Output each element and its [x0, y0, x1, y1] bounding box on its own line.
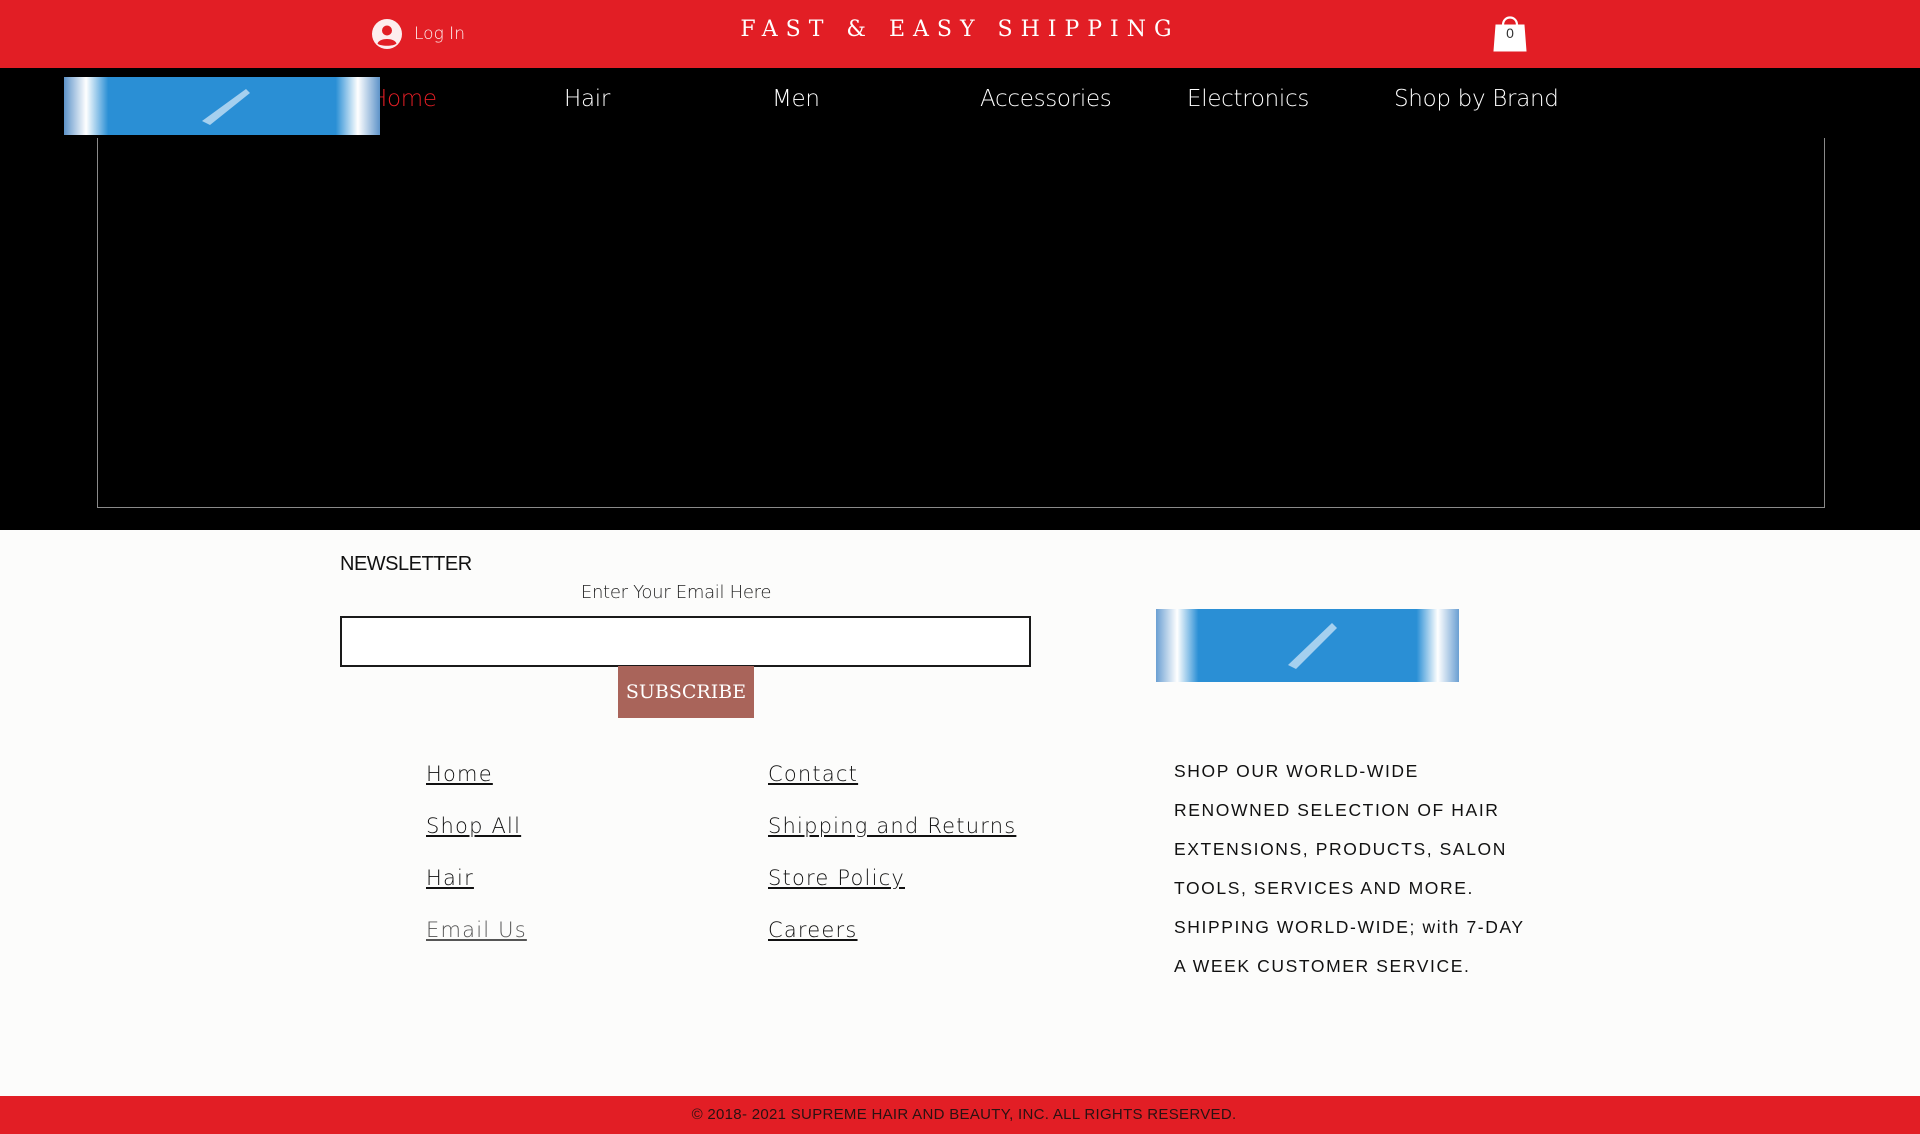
footer-bar: © 2018- 2021 SUPREME HAIR AND BEAUTY, IN… — [0, 1096, 1920, 1134]
footer-link-email-us[interactable]: Email Us — [426, 918, 527, 942]
email-input[interactable] — [340, 616, 1031, 667]
footer-link-shipping-returns[interactable]: Shipping and Returns — [768, 814, 1016, 838]
nav-item-accessories[interactable]: Accessories — [980, 86, 1112, 112]
about-line: RENOWNED SELECTION OF HAIR — [1174, 800, 1500, 820]
nav-item-home[interactable]: Home — [370, 86, 437, 112]
nav-item-electronics[interactable]: Electronics — [1187, 86, 1309, 112]
nav-item-hair[interactable]: Hair — [564, 86, 610, 112]
footer-content-area: NEWSLETTER Enter Your Email Here SUBSCRI… — [0, 530, 1920, 1096]
about-text: SHOP OUR WORLD-WIDE RENOWNED SELECTION O… — [1174, 752, 1554, 986]
footer-link-shop-all[interactable]: Shop All — [426, 814, 521, 838]
footer-link-hair[interactable]: Hair — [426, 866, 474, 890]
site-logo[interactable] — [64, 77, 380, 135]
copyright-text: © 2018- 2021 SUPREME HAIR AND BEAUTY, IN… — [691, 1106, 1237, 1123]
email-label: Enter Your Email Here — [580, 582, 772, 603]
about-line: TOOLS, SERVICES AND MORE. — [1174, 878, 1474, 898]
footer-link-contact[interactable]: Contact — [768, 762, 858, 786]
newsletter-title: NEWSLETTER — [340, 553, 472, 575]
about-line: SHIPPING WORLD-WIDE; with 7-DAY — [1174, 917, 1525, 937]
cart-count: 0 — [1506, 25, 1514, 41]
footer-link-home[interactable]: Home — [426, 762, 493, 786]
cart-button[interactable]: 0 — [1488, 11, 1532, 53]
footer-link-careers[interactable]: Careers — [768, 918, 858, 942]
top-announcement-bar: Log In FAST & EASY SHIPPING 0 — [0, 0, 1920, 68]
hero-frame — [97, 138, 1825, 508]
about-line: SHOP OUR WORLD-WIDE — [1174, 761, 1419, 781]
login-button[interactable]: Log In — [372, 17, 465, 51]
about-line: A WEEK CUSTOMER SERVICE. — [1174, 956, 1471, 976]
login-label: Log In — [414, 24, 465, 44]
user-avatar-icon — [372, 19, 402, 49]
shipping-banner-text: FAST & EASY SHIPPING — [740, 17, 1180, 42]
footer-logo — [1156, 609, 1459, 682]
nav-item-shop-by-brand[interactable]: Shop by Brand — [1394, 86, 1559, 112]
nav-item-men[interactable]: Men — [772, 86, 820, 112]
about-line: EXTENSIONS, PRODUCTS, SALON — [1174, 839, 1507, 859]
footer-link-store-policy[interactable]: Store Policy — [768, 866, 905, 890]
subscribe-button[interactable]: SUBSCRIBE — [618, 666, 754, 718]
hero-section: Home Hair Men Accessories Electronics Sh… — [0, 68, 1920, 530]
